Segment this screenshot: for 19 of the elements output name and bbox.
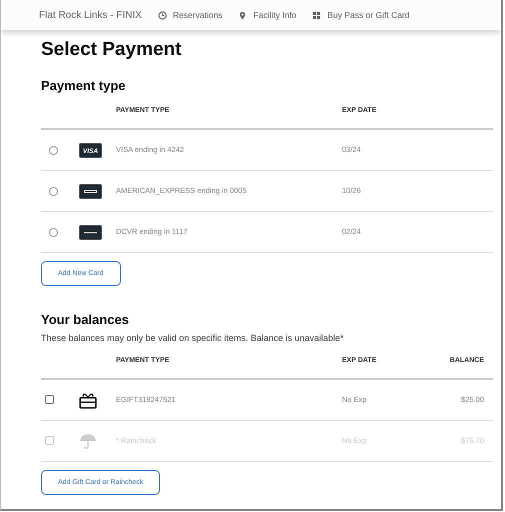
- radio-button[interactable]: [49, 186, 58, 196]
- card-logo-icon: [79, 184, 102, 198]
- nav-link[interactable]: Reservations: [158, 8, 222, 22]
- section-heading: Your balances: [41, 312, 130, 328]
- clock-icon: [158, 10, 167, 20]
- checkbox[interactable]: [45, 395, 54, 404]
- umbrella-icon: [79, 432, 97, 450]
- radio-button[interactable]: [49, 146, 58, 154]
- nav-link[interactable]: Buy Pass or Gift Card: [312, 8, 410, 22]
- card-logo-icon: [79, 224, 102, 240]
- brand-name[interactable]: Flat Rock Links - FINIX: [39, 8, 142, 22]
- radio-button[interactable]: [49, 228, 58, 236]
- section-heading: Payment type: [41, 78, 127, 94]
- nav-link[interactable]: Facility Info: [238, 8, 296, 22]
- balance-note: These balances may only be valid on specific items. Balance is unavailable*: [41, 332, 345, 345]
- page-title: Select Payment: [41, 38, 182, 62]
- map-pin-icon: [238, 10, 248, 20]
- gift-card-icon: [79, 390, 97, 408]
- grid-icon: [312, 10, 322, 20]
